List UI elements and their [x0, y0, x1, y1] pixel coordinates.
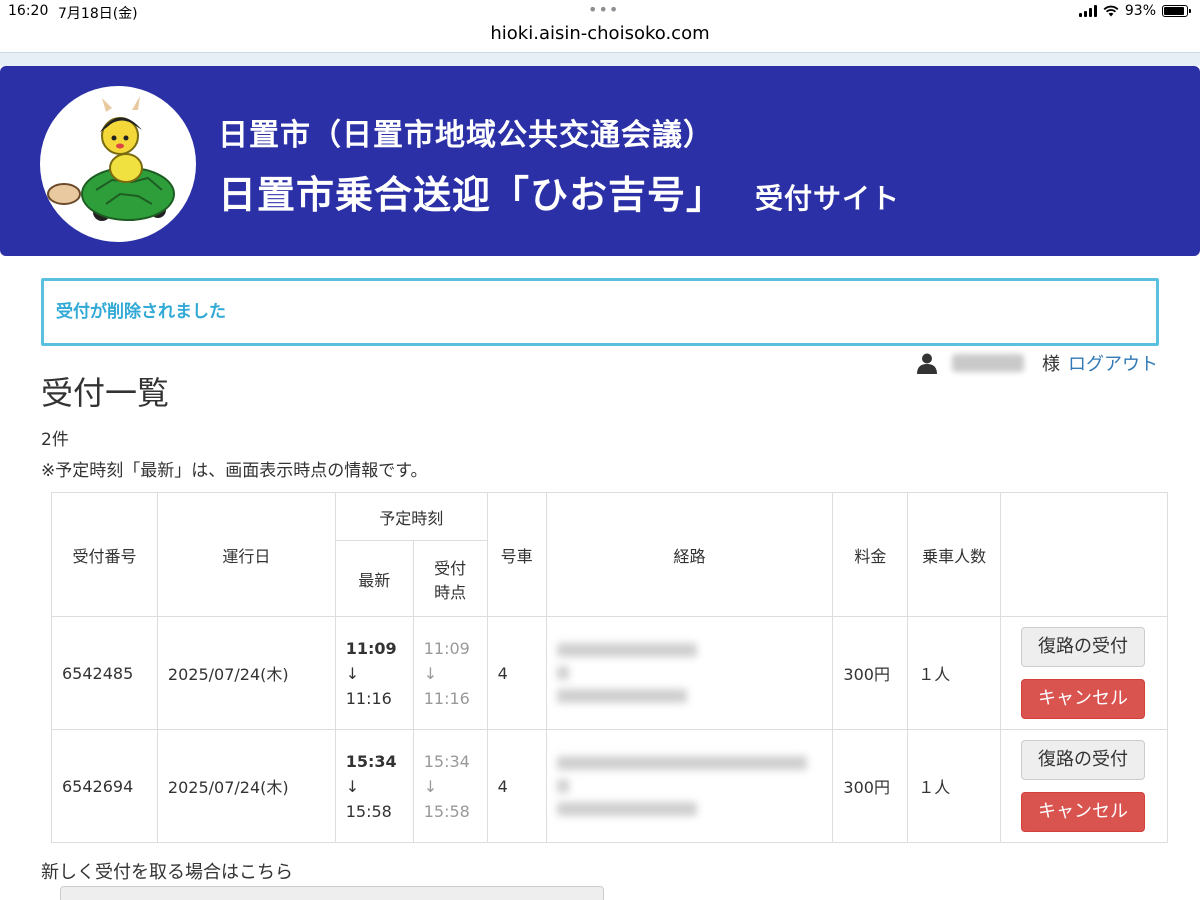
arrow-down-icon: ↓: [423, 663, 438, 683]
cell-date: 2025/07/24(木): [156, 729, 336, 843]
cancel-button[interactable]: キャンセル: [1021, 792, 1145, 832]
new-booking-text: 新しく受付を取る場合はこちら: [41, 862, 293, 883]
status-date: 7月18日(金): [58, 6, 138, 22]
cell-latest-time: 15:34 ↓ 15:58: [334, 729, 414, 843]
return-booking-button[interactable]: 復路の受付: [1021, 627, 1145, 667]
booked-departure: 11:09: [423, 638, 470, 658]
header-subtitle: 日置市（日置市地域公共交通会議）: [218, 118, 714, 153]
latest-departure: 11:09: [345, 638, 397, 658]
table-row: 6542694 2025/07/24(木) 15:34 ↓ 15:58 15:3…: [51, 729, 1168, 843]
header-tag: 受付サイト: [755, 182, 901, 215]
multitask-dots-icon[interactable]: •••: [588, 0, 619, 19]
cell-fare: 300円: [832, 729, 909, 843]
header-fare: 料金: [832, 492, 909, 617]
arrow-down-icon: ↓: [423, 776, 438, 796]
user-icon: [917, 353, 937, 374]
cell-fare: 300円: [832, 616, 909, 730]
record-count: 2件: [41, 430, 69, 450]
arrow-down-icon: ↓: [345, 663, 360, 683]
deletion-alert: 受付が削除されました: [41, 278, 1159, 346]
cell-actions: 復路の受付 キャンセル: [1000, 729, 1168, 843]
cell-route: [545, 729, 834, 843]
route-redacted: [556, 689, 687, 703]
cell-actions: 復路の受付 キャンセル: [1000, 616, 1168, 730]
header-date: 運行日: [156, 492, 336, 617]
wifi-icon: [1103, 5, 1119, 17]
logout-link[interactable]: ログアウト: [1068, 350, 1158, 376]
route-redacted: [556, 802, 697, 816]
reservation-table: 受付番号 運行日 予定時刻 号車 経路 料金 乗車人数 最新 受付時点 6542…: [51, 492, 1168, 843]
status-time: 16:20: [8, 3, 49, 19]
header-at-booking-2: 時点: [434, 582, 467, 602]
user-name-redacted: [952, 354, 1024, 372]
address-bar[interactable]: hioki.aisin-choisoko.com: [0, 22, 1200, 54]
battery-percent: 93%: [1124, 3, 1156, 19]
cell-number: 6542485: [51, 616, 158, 730]
browser-divider: [0, 52, 1200, 66]
cellular-signal-icon: [1078, 5, 1097, 17]
new-booking-button[interactable]: [60, 886, 604, 900]
header-title-text: 日置市乗合送迎「ひお吉号」: [218, 173, 726, 217]
booked-arrival: 11:16: [423, 688, 470, 708]
cell-number: 6542694: [51, 729, 158, 843]
alert-message: 受付が削除されました: [56, 302, 226, 322]
latest-departure: 15:34: [345, 751, 397, 771]
cell-booked-time: 11:09 ↓ 11:16: [412, 616, 488, 730]
header-title: 日置市乗合送迎「ひお吉号」 受付サイト: [218, 164, 900, 219]
ios-status-bar: 16:20 7月18日(金) ••• 93%: [0, 0, 1200, 24]
cell-date: 2025/07/24(木): [156, 616, 336, 730]
cell-vehicle: 4: [486, 616, 547, 730]
header-route: 経路: [545, 492, 834, 617]
schedule-note: ※予定時刻「最新」は、画面表示時点の情報です。: [41, 461, 428, 481]
latest-arrival: 11:16: [345, 688, 392, 708]
header-scheduled: 予定時刻: [334, 492, 488, 541]
header-passengers: 乗車人数: [907, 492, 1001, 617]
header-at-booking-1: 受付: [434, 558, 467, 578]
cell-latest-time: 11:09 ↓ 11:16: [334, 616, 414, 730]
page-title: 受付一覧: [41, 374, 170, 412]
return-booking-button[interactable]: 復路の受付: [1021, 740, 1145, 780]
user-info: 様 ログアウト: [916, 350, 1158, 376]
cell-route: [545, 616, 834, 730]
battery-icon: [1162, 5, 1191, 17]
table-row: 6542485 2025/07/24(木) 11:09 ↓ 11:16 11:0…: [51, 616, 1168, 730]
header-at-booking: 受付 時点: [412, 540, 488, 617]
latest-arrival: 15:58: [345, 801, 392, 821]
header-number: 受付番号: [51, 492, 158, 617]
route-redacted: [556, 779, 569, 793]
mascot-logo: [40, 86, 196, 242]
cell-vehicle: 4: [486, 729, 547, 843]
header-vehicle: 号車: [486, 492, 547, 617]
route-redacted: [556, 756, 807, 770]
header-actions: [1000, 492, 1168, 617]
header-latest: 最新: [334, 540, 414, 617]
site-header: 日置市（日置市地域公共交通会議） 日置市乗合送迎「ひお吉号」 受付サイト: [0, 66, 1200, 256]
booked-arrival: 15:58: [423, 801, 470, 821]
cell-passengers: １人: [907, 616, 1001, 730]
status-indicators: 93%: [1078, 3, 1191, 19]
user-honorific: 様: [1042, 354, 1060, 375]
cancel-button[interactable]: キャンセル: [1021, 679, 1145, 719]
cell-passengers: １人: [907, 729, 1001, 843]
route-redacted: [556, 643, 697, 657]
cell-booked-time: 15:34 ↓ 15:58: [412, 729, 488, 843]
url-text: hioki.aisin-choisoko.com: [490, 23, 710, 44]
mascot-turtle-icon: [47, 96, 175, 221]
arrow-down-icon: ↓: [345, 776, 360, 796]
booked-departure: 15:34: [423, 751, 470, 771]
route-redacted: [556, 666, 569, 680]
